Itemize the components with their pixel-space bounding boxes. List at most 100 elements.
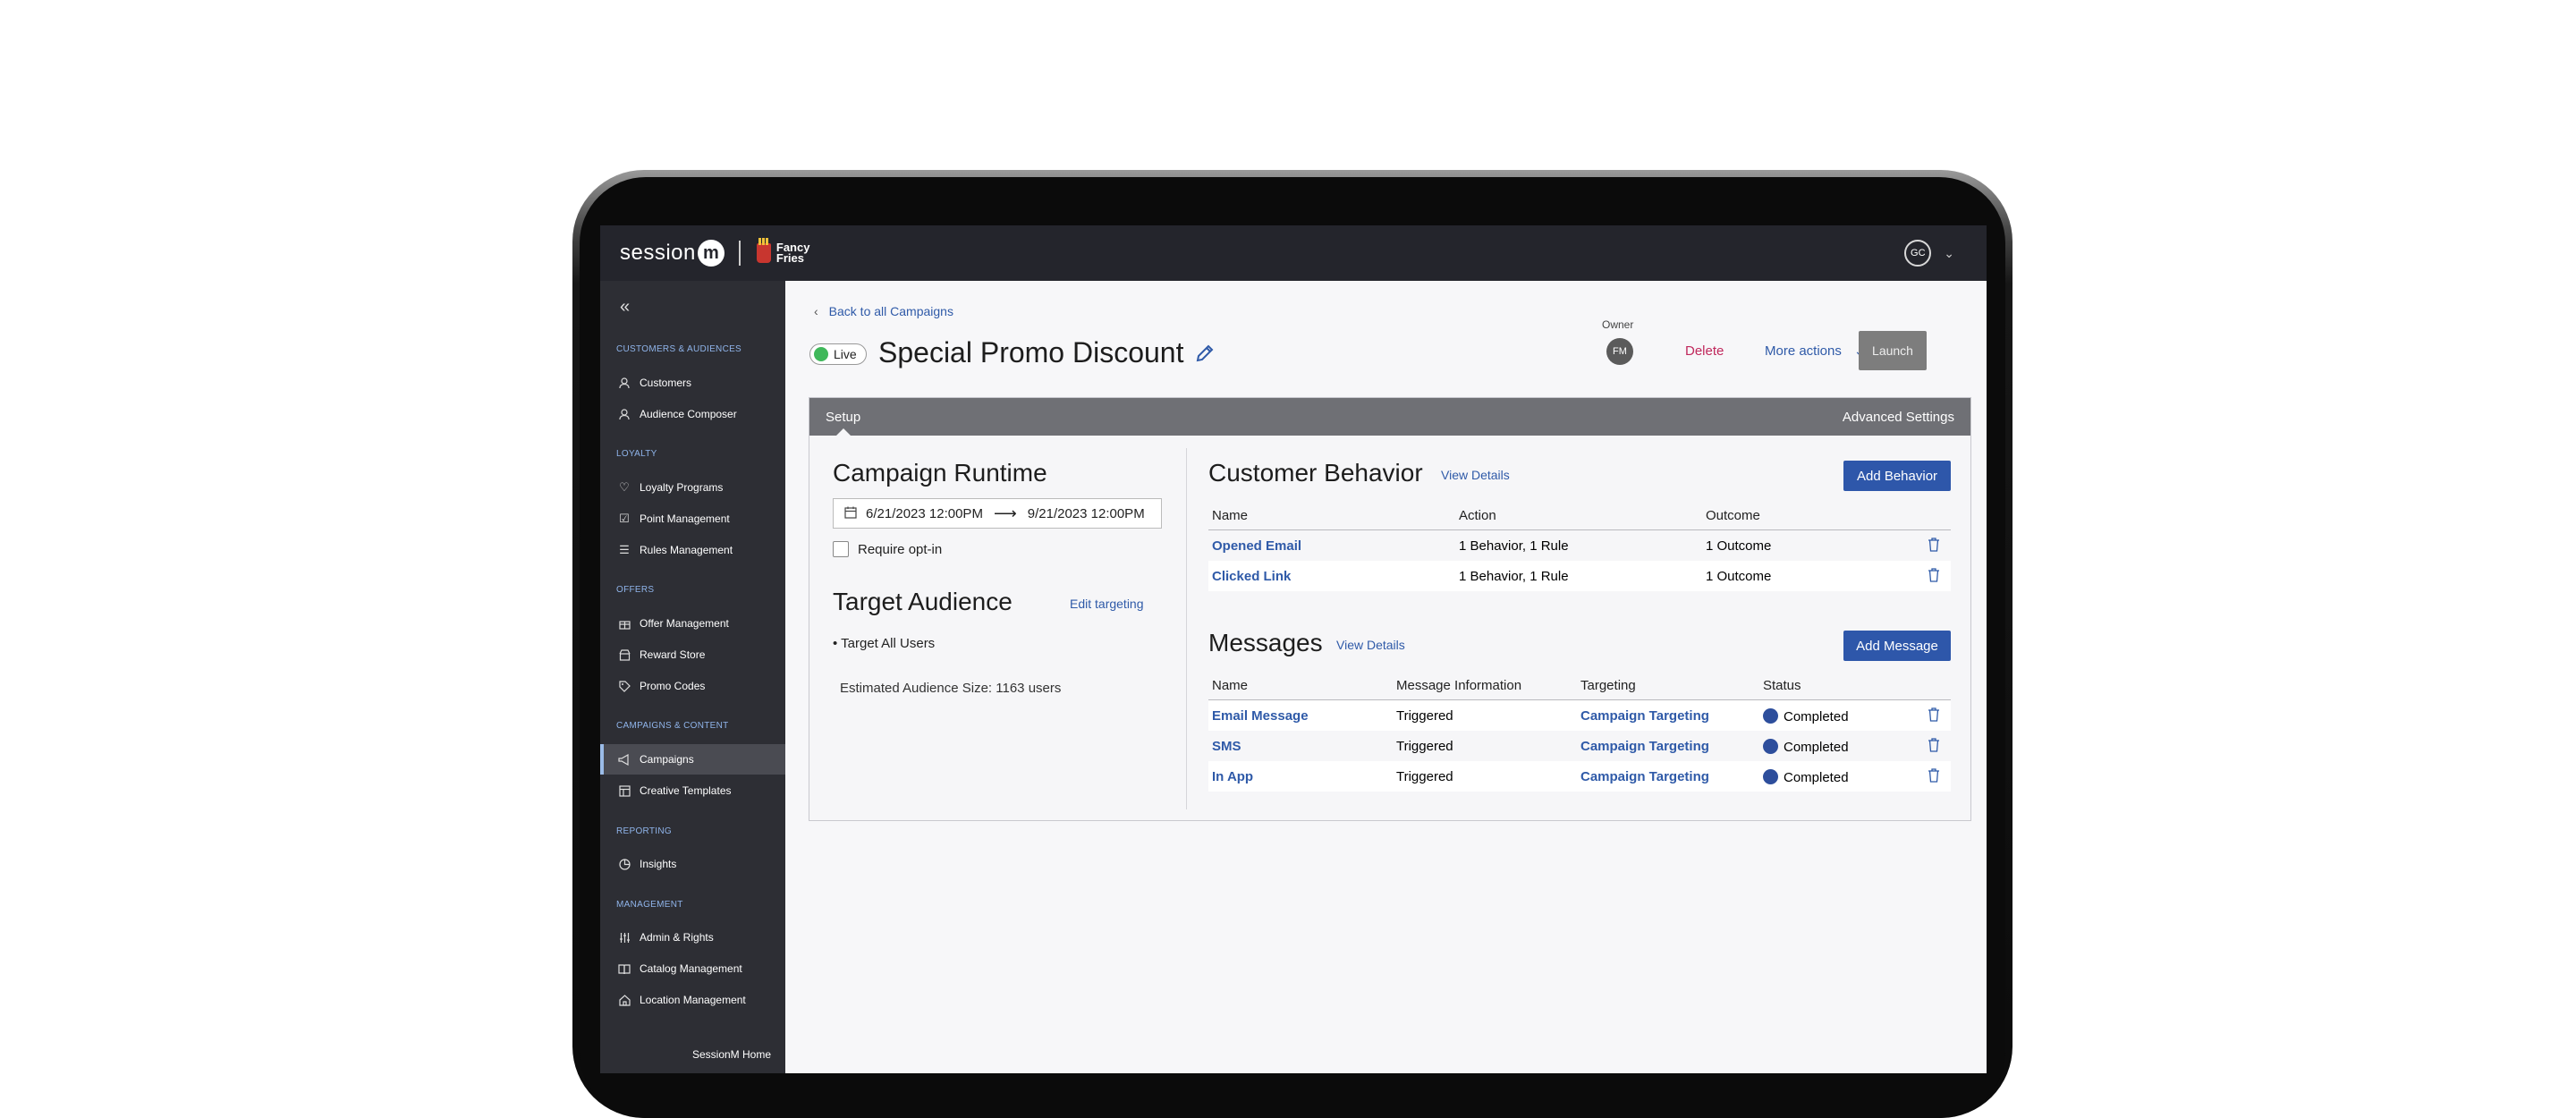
behavior-name-link[interactable]: Opened Email — [1212, 538, 1301, 554]
sidebar-item-location-management[interactable]: Location Management — [600, 985, 785, 1015]
require-optin-checkbox[interactable]: Require opt-in — [833, 541, 942, 557]
back-to-campaigns-link[interactable]: ‹ Back to all Campaigns — [814, 304, 953, 318]
status-dot — [1763, 739, 1778, 754]
sidebar-item-customers[interactable]: Customers — [600, 368, 785, 398]
message-info: Triggered — [1396, 708, 1453, 724]
sidebar-item-campaigns[interactable]: Campaigns — [600, 744, 785, 775]
table-header: Name Message Information Targeting Statu… — [1208, 670, 1951, 700]
sidebar-item-label: Offer Management — [640, 617, 729, 630]
add-behavior-button[interactable]: Add Behavior — [1843, 461, 1951, 491]
trash-icon[interactable] — [1928, 738, 1940, 752]
sidebar-item-label: Promo Codes — [640, 680, 706, 692]
message-targeting-link[interactable]: Campaign Targeting — [1580, 708, 1709, 724]
trash-icon[interactable] — [1928, 768, 1940, 783]
trash-icon[interactable] — [1928, 568, 1940, 582]
brand-divider — [738, 241, 741, 266]
sidebar-section-offers: OFFERS — [616, 585, 655, 595]
sidebar-section-reporting: REPORTING — [616, 826, 672, 836]
behavior-view-details-link[interactable]: View Details — [1441, 468, 1510, 482]
gift-icon — [616, 618, 632, 630]
message-targeting-link[interactable]: Campaign Targeting — [1580, 739, 1709, 754]
sidebar-item-label: Insights — [640, 858, 677, 870]
collapse-sidebar-icon[interactable]: « — [620, 297, 630, 318]
trash-icon[interactable] — [1928, 707, 1940, 722]
message-name-link[interactable]: SMS — [1212, 739, 1241, 754]
runtime-start-date: 6/21/2023 12:00PM — [866, 505, 983, 521]
sessionm-home-link[interactable]: SessionM Home — [692, 1048, 771, 1061]
checkbox[interactable] — [833, 541, 849, 557]
sidebar-item-audience-composer[interactable]: Audience Composer — [600, 399, 785, 429]
message-name-link[interactable]: Email Message — [1212, 708, 1309, 724]
user-avatar[interactable]: GC — [1904, 240, 1932, 267]
status-label: Live — [834, 347, 857, 361]
tab-setup[interactable]: Setup — [826, 410, 860, 425]
require-optin-label: Require opt-in — [858, 541, 943, 557]
behavior-outcome: 1 Outcome — [1706, 538, 1772, 554]
status-dot — [1763, 769, 1778, 784]
sidebar-item-insights[interactable]: Insights — [600, 849, 785, 879]
sidebar-item-promo-codes[interactable]: Promo Codes — [600, 671, 785, 701]
checklist-icon: ☑ — [619, 512, 630, 525]
heart-icon: ♡ — [619, 480, 630, 494]
trash-icon[interactable] — [1928, 538, 1940, 552]
brand-logo[interactable]: session m Fancy Fries — [620, 238, 818, 267]
sidebar-item-catalog-management[interactable]: Catalog Management — [600, 953, 785, 984]
column-header: Name — [1212, 678, 1249, 693]
user-menu[interactable]: GC ⌄ — [1904, 240, 1954, 267]
book-icon — [616, 963, 632, 975]
pie-chart-icon — [616, 858, 632, 870]
back-link-label: Back to all Campaigns — [828, 304, 953, 318]
page-title: Special Promo Discount — [878, 336, 1184, 368]
column-divider — [1186, 448, 1187, 809]
runtime-date-range-input[interactable]: 6/21/2023 12:00PM ⟶ 9/21/2023 12:00PM — [833, 498, 1162, 529]
message-status: Completed — [1763, 708, 1849, 724]
pencil-icon[interactable] — [1193, 342, 1216, 365]
brand-wordmark: session — [620, 241, 696, 265]
sidebar-item-rules-management[interactable]: ☰ Rules Management — [600, 535, 785, 565]
behavior-name-link[interactable]: Clicked Link — [1212, 569, 1291, 584]
sidebar-item-label: Catalog Management — [640, 962, 742, 975]
calendar-icon — [844, 506, 857, 521]
sidebar-item-loyalty-programs[interactable]: ♡ Loyalty Programs — [600, 472, 785, 503]
edit-targeting-link[interactable]: Edit targeting — [1070, 597, 1144, 611]
arrow-right-icon: ⟶ — [993, 504, 1017, 522]
sidebar-item-label: Loyalty Programs — [640, 481, 724, 494]
sidebar-item-label: Location Management — [640, 994, 746, 1006]
delete-button[interactable]: Delete — [1685, 343, 1724, 359]
message-targeting-link[interactable]: Campaign Targeting — [1580, 769, 1709, 784]
target-audience-item: • Target All Users — [833, 636, 936, 651]
main-content: ‹ Back to all Campaigns Live Special Prom… — [785, 281, 1987, 1073]
behavior-table: Name Action Outcome Opened Email 1 Behav… — [1208, 500, 1951, 591]
customer-behavior-title: Customer Behavior — [1208, 459, 1423, 487]
column-header: Action — [1459, 508, 1496, 523]
launch-button[interactable]: Launch — [1859, 331, 1927, 370]
sidebar-item-creative-templates[interactable]: Creative Templates — [600, 775, 785, 806]
template-icon — [616, 784, 632, 797]
sidebar-item-admin-rights[interactable]: Admin & Rights — [600, 922, 785, 953]
behavior-outcome: 1 Outcome — [1706, 569, 1772, 584]
column-header: Name — [1212, 508, 1249, 523]
status-label: Completed — [1784, 770, 1849, 785]
sidebar-item-point-management[interactable]: ☑ Point Management — [600, 504, 785, 534]
active-tab-indicator — [836, 428, 851, 436]
top-bar: session m Fancy Fries GC ⌄ — [600, 225, 1987, 281]
table-row: Clicked Link 1 Behavior, 1 Rule 1 Outcom… — [1208, 561, 1951, 591]
sidebar-item-offer-management[interactable]: Offer Management — [600, 608, 785, 639]
client-logo: Fancy Fries — [756, 238, 818, 264]
sidebar-item-label: Point Management — [640, 512, 730, 525]
tab-advanced-settings[interactable]: Advanced Settings — [1843, 410, 1954, 425]
add-message-button[interactable]: Add Message — [1843, 631, 1951, 661]
messages-view-details-link[interactable]: View Details — [1336, 638, 1405, 652]
behavior-action: 1 Behavior, 1 Rule — [1459, 538, 1569, 554]
message-status: Completed — [1763, 769, 1849, 785]
table-row: Opened Email 1 Behavior, 1 Rule 1 Outcom… — [1208, 530, 1951, 561]
sidebar-section-customers: CUSTOMERS & AUDIENCES — [616, 344, 742, 354]
more-actions-dropdown[interactable]: More actions ⌄ — [1765, 343, 1865, 359]
chevron-down-icon[interactable]: ⌄ — [1944, 246, 1954, 261]
message-name-link[interactable]: In App — [1212, 769, 1253, 784]
owner-avatar[interactable]: FM — [1606, 338, 1633, 365]
status-label: Completed — [1784, 709, 1849, 724]
live-status-dot — [814, 347, 828, 361]
user-icon — [616, 377, 632, 389]
sidebar-item-reward-store[interactable]: Reward Store — [600, 639, 785, 670]
